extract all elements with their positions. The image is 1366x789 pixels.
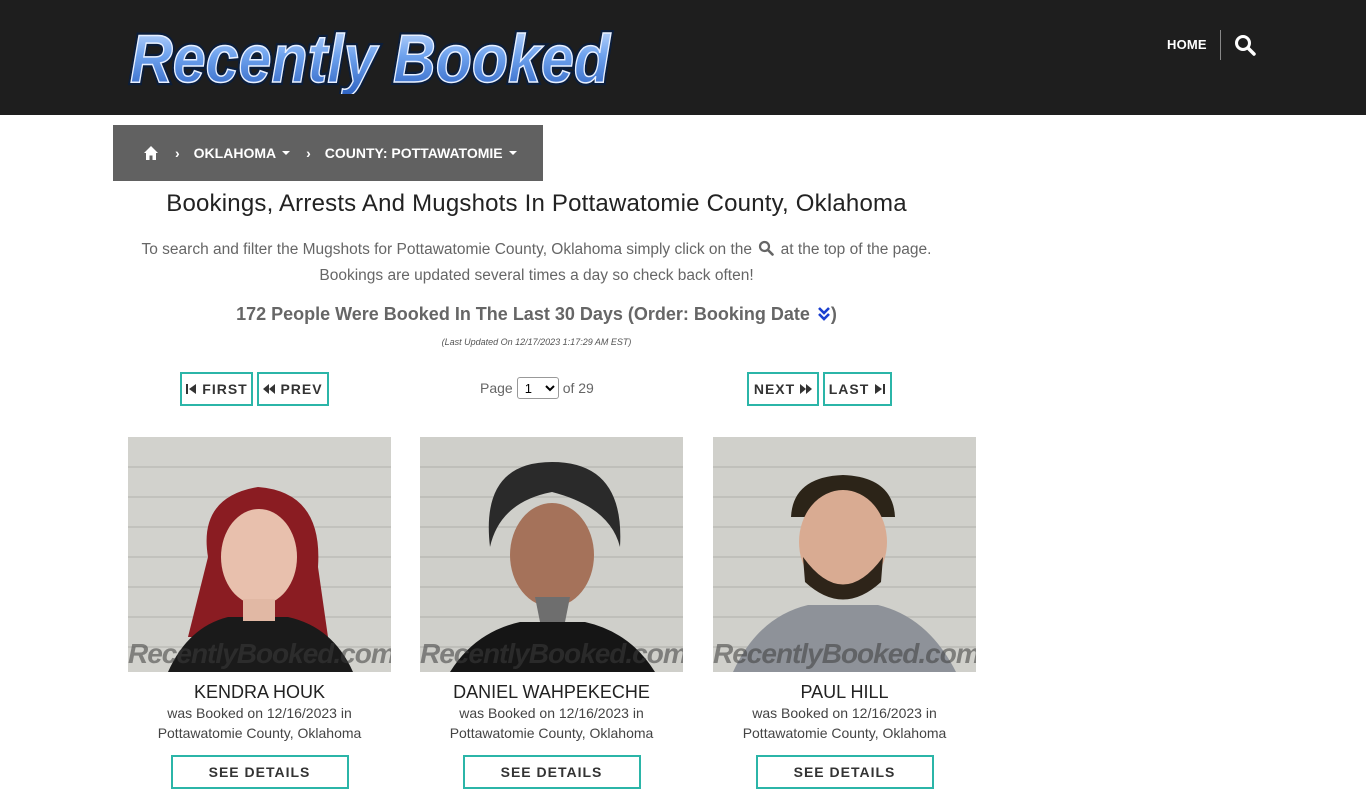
page-title: Bookings, Arrests And Mugshots In Pottaw… [166, 190, 907, 217]
person-name[interactable]: KENDRA HOUK [128, 682, 391, 703]
booked-date-line: was Booked on 12/16/2023 in [167, 705, 352, 721]
watermark: RecentlyBooked.com [128, 638, 391, 669]
last-page-icon [875, 384, 886, 394]
page-of-label: of 29 [562, 380, 594, 396]
caret-down-icon [282, 151, 291, 155]
booking-count-close: ) [830, 304, 837, 324]
svg-text:Recently Booked: Recently Booked [130, 21, 611, 94]
watermark: RecentlyBooked.com [420, 638, 683, 669]
backward-icon [263, 384, 276, 394]
person-name[interactable]: PAUL HILL [713, 682, 976, 703]
booking-count: 172 People Were Booked In The Last 30 Da… [113, 304, 960, 325]
intro-text-before: To search and filter the Mugshots for Po… [141, 241, 753, 258]
next-page-label: NEXT [753, 381, 796, 397]
sort-descending-icon[interactable] [817, 306, 831, 322]
page-selector: Page 1 of 29 [480, 377, 594, 399]
booked-date-line: was Booked on 12/16/2023 in [459, 705, 644, 721]
home-icon[interactable] [143, 145, 159, 161]
next-page-button[interactable]: NEXT [747, 372, 819, 406]
booking-count-text: 172 People Were Booked In The Last 30 Da… [236, 304, 810, 324]
chevron-right-icon: › [175, 145, 180, 161]
search-icon[interactable] [1234, 34, 1256, 56]
person-name[interactable]: DANIEL WAHPEKECHE [420, 682, 683, 703]
last-page-label: LAST [828, 381, 870, 397]
prev-page-label: PREV [280, 381, 323, 397]
last-page-button[interactable]: LAST [823, 372, 892, 406]
first-page-button[interactable]: FIRST [180, 372, 253, 406]
booked-location: Pottawatomie County, Oklahoma [742, 725, 947, 741]
prev-page-button[interactable]: PREV [257, 372, 329, 406]
booking-card: RecentlyBooked.com DANIEL WAHPEKECHE was… [420, 437, 683, 789]
intro-text: To search and filter the Mugshots for Po… [118, 237, 955, 289]
see-details-button[interactable]: SEE DETAILS [462, 755, 641, 789]
breadcrumb: › OKLAHOMA › COUNTY: POTTAWATOMIE [113, 125, 543, 181]
nav-divider [1220, 30, 1221, 60]
first-page-label: FIRST [202, 381, 248, 397]
booking-card: RecentlyBooked.com PAUL HILL was Booked … [713, 437, 976, 789]
site-header: Recently Booked Recently Booked HOME [0, 0, 1366, 115]
forward-icon [800, 384, 813, 394]
caret-down-icon [508, 151, 517, 155]
logo-graphic: Recently Booked Recently Booked [127, 18, 614, 94]
first-page-icon [186, 384, 197, 394]
see-details-button[interactable]: SEE DETAILS [170, 755, 349, 789]
booked-location: Pottawatomie County, Oklahoma [449, 725, 654, 741]
mugshot-image[interactable]: RecentlyBooked.com [128, 437, 391, 672]
booking-card: RecentlyBooked.com KENDRA HOUK was Booke… [128, 437, 391, 789]
last-updated: (Last Updated On 12/17/2023 1:17:29 AM E… [441, 337, 632, 347]
breadcrumb-county-dropdown[interactable]: COUNTY: POTTAWATOMIE [325, 145, 517, 161]
mugshot-image[interactable]: RecentlyBooked.com [713, 437, 976, 672]
page-label: Page [480, 380, 513, 396]
booked-location: Pottawatomie County, Oklahoma [157, 725, 362, 741]
watermark: RecentlyBooked.com [713, 638, 976, 669]
search-icon [758, 239, 775, 256]
breadcrumb-county-label: COUNTY: POTTAWATOMIE [324, 145, 503, 161]
site-logo[interactable]: Recently Booked Recently Booked [126, 18, 616, 94]
page-select[interactable]: 1 [516, 377, 559, 399]
chevron-right-icon: › [306, 145, 311, 161]
breadcrumb-state-dropdown[interactable]: OKLAHOMA [193, 145, 291, 161]
nav-home-link[interactable]: HOME [1167, 37, 1207, 52]
booked-date-line: was Booked on 12/16/2023 in [752, 705, 937, 721]
see-details-button[interactable]: SEE DETAILS [755, 755, 934, 789]
mugshot-image[interactable]: RecentlyBooked.com [420, 437, 683, 672]
breadcrumb-state-label: OKLAHOMA [193, 145, 277, 161]
